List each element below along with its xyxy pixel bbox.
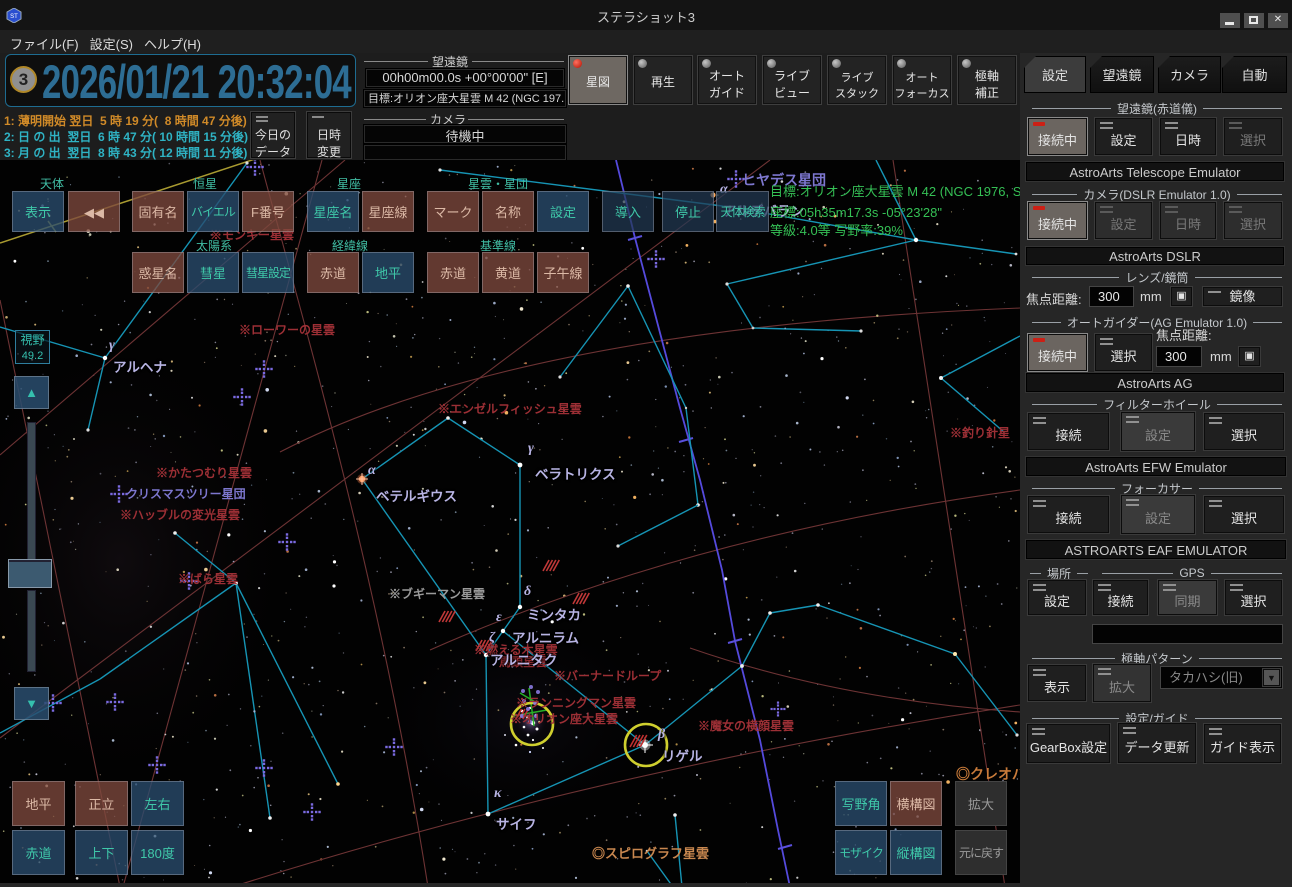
svg-text:ST: ST xyxy=(10,14,18,20)
